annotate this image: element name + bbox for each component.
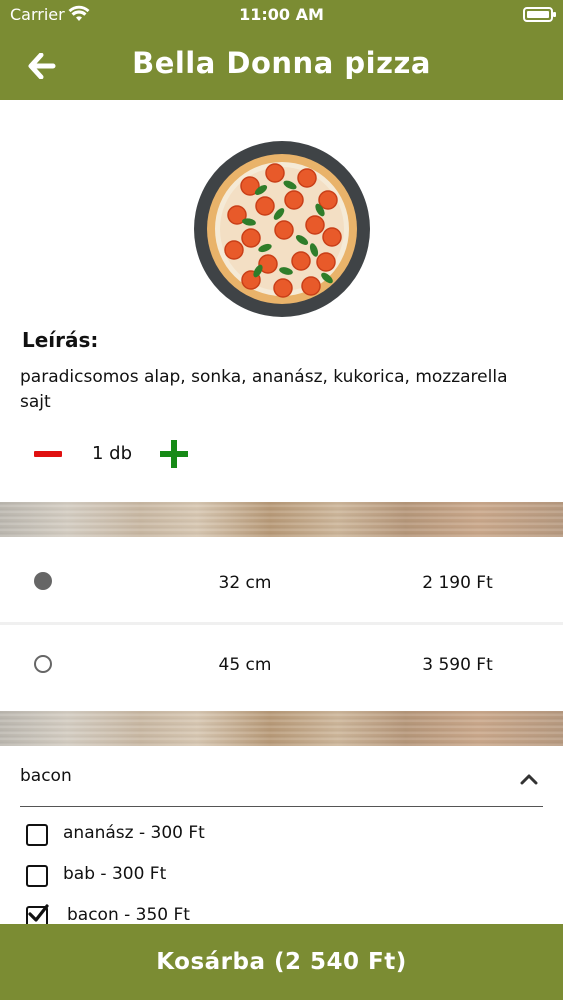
extra-option-label: bacon - 350 Ft (67, 905, 190, 925)
checkbox-unchecked-icon[interactable] (26, 824, 48, 846)
quantity-stepper: 1 db (22, 434, 222, 474)
description-text: paradicsomos alap, sonka, ananász, kukor… (20, 367, 508, 412)
plus-icon[interactable] (160, 440, 188, 468)
size-label: 32 cm (218, 573, 272, 593)
size-label: 45 cm (218, 655, 272, 675)
quantity-value: 1 db (92, 443, 133, 464)
add-to-cart-button[interactable]: Kosárba (2 540 Ft) (0, 924, 563, 1000)
checkbox-unchecked-icon[interactable] (26, 865, 48, 887)
size-option-row[interactable]: 45 cm 3 590 Ft (0, 625, 563, 707)
status-bar: Carrier 11:00 AM (0, 0, 563, 30)
extras-divider (20, 806, 543, 807)
size-option-row[interactable]: 32 cm 2 190 Ft (0, 538, 563, 620)
clock: 11:00 AM (239, 5, 324, 24)
nav-bar: Bella Donna pizza (0, 36, 563, 96)
extra-option[interactable]: ananász - 300 Ft (26, 822, 426, 848)
wood-divider (0, 502, 563, 537)
extras-category-label[interactable]: bacon (20, 766, 72, 786)
pizza-image (193, 140, 371, 318)
size-price: 2 190 Ft (422, 573, 493, 593)
add-to-cart-label: Kosárba (2 540 Ft) (156, 949, 407, 975)
chevron-up-icon[interactable] (516, 770, 542, 788)
extra-option-label: bab - 300 Ft (63, 864, 167, 884)
extra-option[interactable]: bab - 300 Ft (26, 863, 426, 889)
wood-divider (0, 711, 563, 746)
battery-icon (523, 7, 556, 22)
radio-unselected-icon[interactable] (34, 655, 52, 673)
checkmark-icon (28, 904, 49, 922)
radio-selected-icon[interactable] (34, 572, 52, 590)
chevron-up-glyph (520, 774, 538, 785)
extra-option-label: ananász - 300 Ft (63, 823, 205, 843)
pizza-illustration (194, 141, 370, 317)
description-label: Leírás: (22, 328, 99, 352)
size-price: 3 590 Ft (422, 655, 493, 675)
app-header: Carrier 11:00 AM Bella Donna pizza (0, 0, 563, 100)
minus-icon (34, 451, 62, 457)
page-title: Bella Donna pizza (132, 46, 431, 80)
